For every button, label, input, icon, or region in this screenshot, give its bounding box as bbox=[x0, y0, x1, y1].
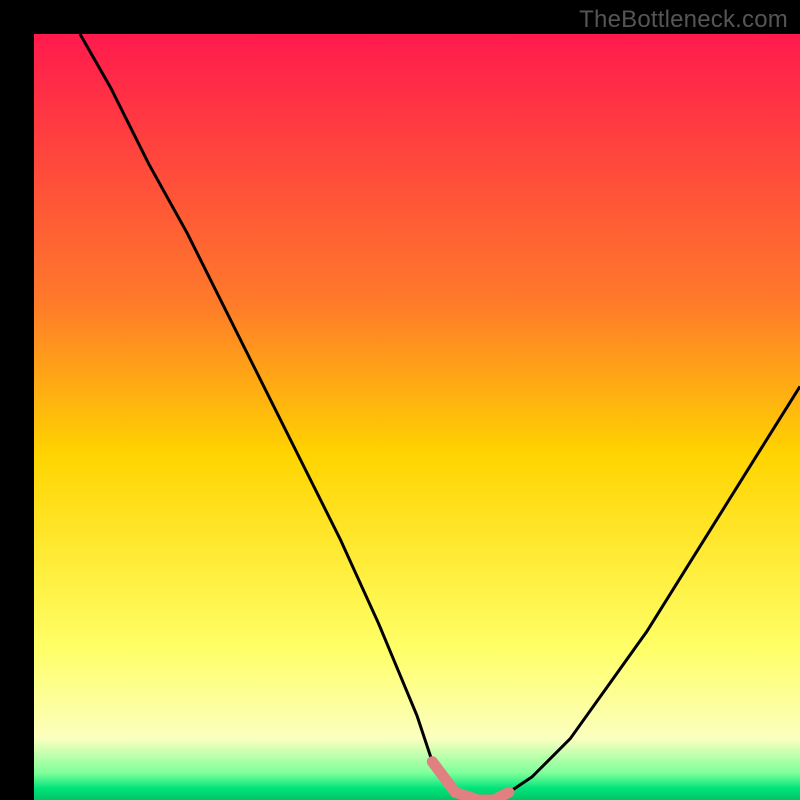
chart-canvas bbox=[0, 0, 800, 800]
watermark-text: TheBottleneck.com bbox=[579, 6, 788, 34]
plot-area bbox=[34, 34, 800, 800]
